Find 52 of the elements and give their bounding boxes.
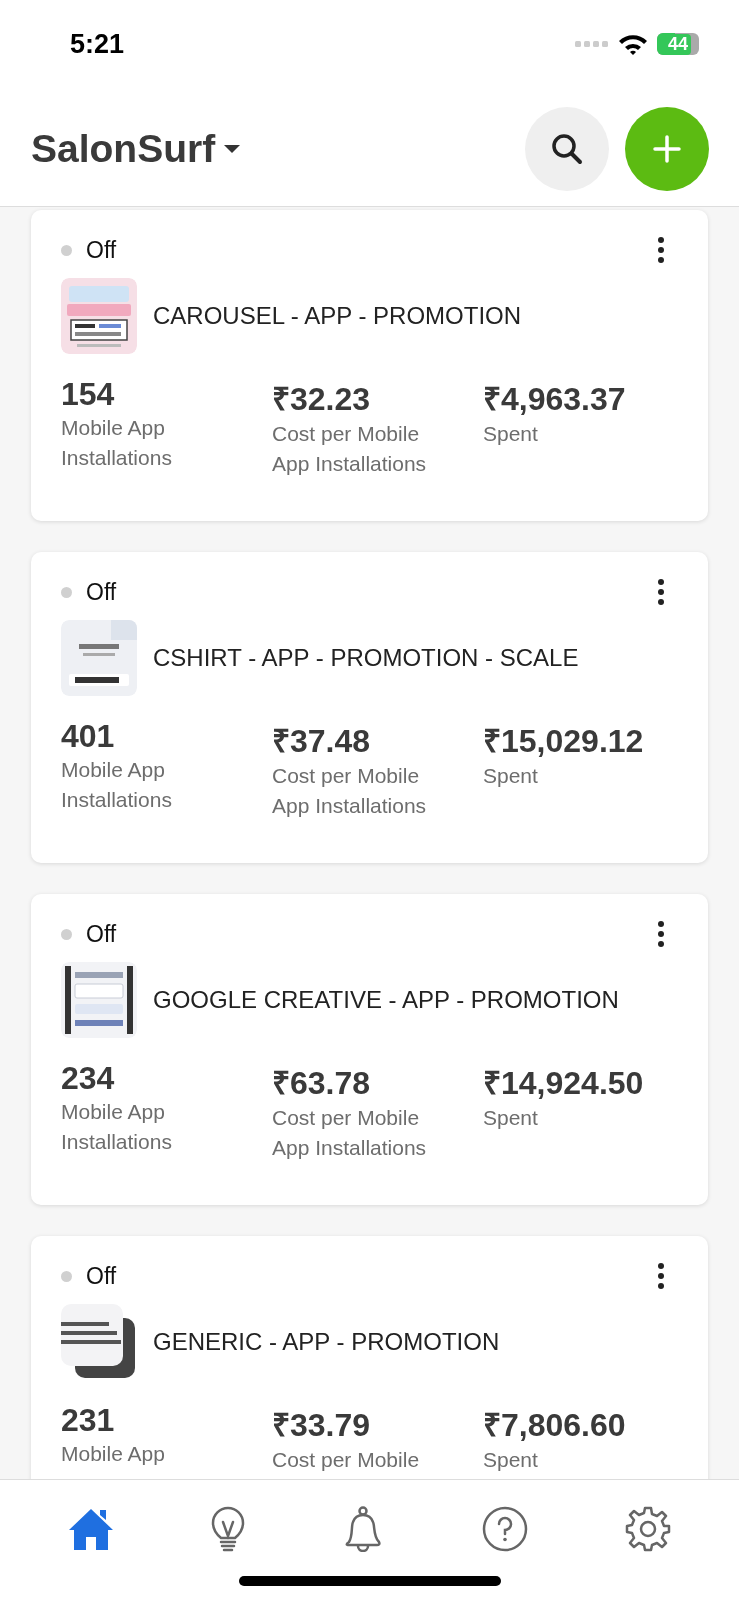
metric-value: 231: [61, 1402, 116, 1439]
metric-label: Mobile App: [61, 1441, 166, 1467]
metric-label: Cost per Mobile App Installations: [272, 421, 428, 477]
metric-value: ₹33.79: [272, 1406, 372, 1445]
metric-value: ₹15,029.12: [483, 722, 645, 761]
metric-label: Spent: [483, 421, 539, 447]
signal-icon: [575, 39, 609, 49]
metric-value: 234: [61, 1060, 116, 1097]
search-icon: [550, 132, 584, 166]
metric-value: ₹37.48: [272, 722, 372, 761]
campaign-name: CSHIRT - APP - PROMOTION - SCALE: [153, 644, 579, 672]
home-icon: [68, 1506, 115, 1552]
status-label: Off: [86, 236, 118, 264]
metric-label: Cost per Mobile: [272, 1447, 421, 1473]
metric-value: ₹14,924.50: [483, 1064, 645, 1103]
campaign-card[interactable]: Off CAROUSEL - APP - PROMOTION 154 Mobile App Installations ₹32.23 Cost per Mobile App Installations ₹4,963.37 Spent: [31, 210, 708, 521]
status-time: 5:21: [70, 28, 125, 60]
lightbulb-icon: [210, 1506, 245, 1552]
more-icon[interactable]: [657, 1262, 665, 1290]
plus-icon: [653, 135, 681, 163]
status-label: Off: [86, 578, 118, 606]
metric-value: 401: [61, 718, 116, 755]
metric-value: ₹4,963.37: [483, 380, 627, 419]
campaign-name: GENERIC - APP - PROMOTION: [153, 1328, 500, 1356]
more-icon[interactable]: [657, 236, 665, 264]
more-icon[interactable]: [657, 920, 665, 948]
metric-label: Cost per Mobile App Installations: [272, 763, 428, 819]
metric-label: Spent: [483, 763, 539, 789]
status-label: Off: [86, 1262, 118, 1290]
metric-label: Mobile App Installations: [61, 415, 173, 471]
account-dropdown[interactable]: SalonSurf: [31, 127, 242, 171]
metric-value: ₹32.23: [272, 380, 372, 419]
metric-label: Mobile App Installations: [61, 757, 173, 813]
metric-label: Spent: [483, 1447, 539, 1473]
campaign-name: GOOGLE CREATIVE - APP - PROMOTION: [153, 986, 619, 1014]
campaign-card[interactable]: Off GOOGLE CREATIVE - APP - PROMOTION 234 Mobile App Installations ₹63.78 Cost per Mobile App Installations ₹14,924.50 Spent: [31, 894, 708, 1205]
help-icon: [482, 1506, 529, 1552]
metric-value: ₹7,806.60: [483, 1406, 627, 1445]
metric-label: Cost per Mobile App Installations: [272, 1105, 428, 1161]
settings-icon: [624, 1506, 671, 1552]
wifi-icon: [617, 32, 649, 56]
metric-label: Spent: [483, 1105, 539, 1131]
battery-icon: 44: [657, 33, 699, 55]
campaign-name: CAROUSEL - APP - PROMOTION: [153, 302, 522, 330]
status-label: Off: [86, 920, 118, 948]
metric-value: ₹63.78: [272, 1064, 372, 1103]
campaign-card[interactable]: Off GENERIC - APP - PROMOTION 231 Mobile App ₹33.79 Cost per Mobile ₹7,806.60 Spent: [31, 1236, 708, 1479]
campaign-card[interactable]: Off CSHIRT - APP - PROMOTION - SCALE 401 Mobile App Installations ₹37.48 Cost per Mobile App Installations ₹15,029.12 Spent: [31, 552, 708, 863]
caret-icon: [223, 144, 242, 154]
more-icon[interactable]: [657, 578, 665, 606]
metric-label: Mobile App Installations: [61, 1099, 173, 1155]
metric-value: 154: [61, 376, 116, 413]
